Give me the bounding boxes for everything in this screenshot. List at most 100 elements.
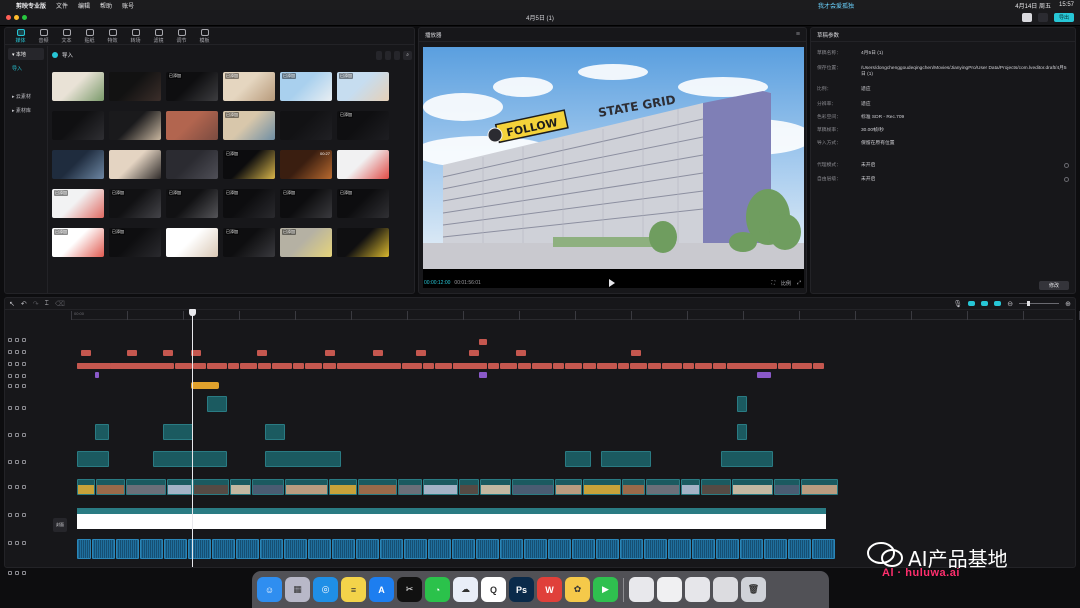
audio-clip[interactable] xyxy=(380,539,403,559)
media-item[interactable]: 已添加 xyxy=(280,189,332,226)
audio-clip[interactable] xyxy=(788,539,811,559)
tab-effects[interactable]: 特效 xyxy=(101,28,124,45)
app-store-icon[interactable]: A xyxy=(369,577,394,602)
media-item[interactable] xyxy=(166,228,218,265)
main-video-clip[interactable] xyxy=(96,479,125,495)
audio-clip[interactable] xyxy=(236,539,259,559)
eye-icon[interactable] xyxy=(15,541,19,545)
audio-clip[interactable] xyxy=(404,539,427,559)
sort-button[interactable] xyxy=(385,50,392,60)
lock-icon[interactable] xyxy=(8,541,12,545)
text-clip[interactable] xyxy=(792,363,812,369)
audio-clip[interactable] xyxy=(212,539,235,559)
text-clip[interactable] xyxy=(532,363,552,369)
media-item[interactable]: 已添加 xyxy=(337,111,389,148)
text-clip[interactable] xyxy=(453,363,487,369)
lock-icon[interactable] xyxy=(8,374,12,378)
main-video-clip[interactable] xyxy=(774,479,800,495)
video-clip[interactable] xyxy=(95,424,109,440)
review-button[interactable] xyxy=(1037,13,1048,22)
audio-clip[interactable] xyxy=(284,539,307,559)
video-viewer[interactable]: FOLLOW STATE GRID xyxy=(423,47,804,288)
media-item[interactable]: 已添加 xyxy=(166,189,218,226)
mute-icon[interactable] xyxy=(22,433,26,437)
timeline-tracks[interactable] xyxy=(53,320,1073,567)
eye-icon[interactable] xyxy=(15,460,19,464)
text-clip[interactable] xyxy=(77,363,111,369)
audio-clip[interactable] xyxy=(356,539,379,559)
media-item[interactable]: 已添加 xyxy=(223,228,275,265)
lock-icon[interactable] xyxy=(8,485,12,489)
text-clip[interactable] xyxy=(713,363,726,369)
sidebar-item-my-presets[interactable] xyxy=(8,76,44,88)
audio-clip[interactable] xyxy=(620,539,643,559)
mic-icon[interactable]: 🎙 xyxy=(953,300,962,308)
main-video-clip[interactable] xyxy=(732,479,773,495)
audio-clip[interactable] xyxy=(812,539,835,559)
sidebar-item-local[interactable]: ▾ 本地 xyxy=(8,48,44,60)
text-clip[interactable] xyxy=(553,363,564,369)
effect-clip[interactable] xyxy=(95,372,99,378)
text-clip[interactable] xyxy=(423,363,434,369)
text-clip[interactable] xyxy=(323,363,336,369)
capcut-icon[interactable]: ✂ xyxy=(397,577,422,602)
media-item[interactable] xyxy=(109,150,161,187)
audio-clip[interactable] xyxy=(428,539,451,559)
playhead[interactable] xyxy=(192,309,193,567)
effect-clip[interactable] xyxy=(757,372,771,378)
eye-icon[interactable] xyxy=(15,338,19,342)
media-item[interactable]: 已添加 xyxy=(337,189,389,226)
import-button[interactable]: 导入 xyxy=(52,51,73,59)
trash-icon[interactable]: 🗑 xyxy=(741,577,766,602)
text-clip[interactable] xyxy=(402,363,422,369)
video-clip[interactable] xyxy=(737,396,747,412)
eye-icon[interactable] xyxy=(15,406,19,410)
baidu-netdisk-icon[interactable]: ☁ xyxy=(453,577,478,602)
text-clip[interactable] xyxy=(695,363,712,369)
delete-icon[interactable]: ⌫ xyxy=(55,300,65,308)
media-item[interactable]: 已添加 xyxy=(223,150,275,187)
lock-icon[interactable] xyxy=(8,571,12,575)
audio-clip[interactable] xyxy=(692,539,715,559)
view-mode-button[interactable] xyxy=(376,50,383,60)
mute-icon[interactable] xyxy=(22,384,26,388)
main-video-clip[interactable] xyxy=(167,479,192,495)
tab-adjust[interactable]: 调节 xyxy=(170,28,193,45)
snap-icon[interactable] xyxy=(994,301,1002,306)
zoom-out-icon[interactable]: ⊖ xyxy=(1007,300,1013,308)
fullscreen-icon[interactable]: ⤢ xyxy=(797,280,801,287)
zoom-window-icon[interactable] xyxy=(22,15,27,20)
close-window-icon[interactable] xyxy=(6,15,11,20)
media-item[interactable]: 已添加 xyxy=(337,72,389,109)
eye-icon[interactable] xyxy=(15,433,19,437)
main-video-clip[interactable] xyxy=(622,479,645,495)
video-clip[interactable] xyxy=(163,424,193,440)
text-clip[interactable] xyxy=(500,363,517,369)
lock-icon[interactable] xyxy=(8,384,12,388)
media-item[interactable]: 已添加 xyxy=(109,228,161,265)
media-item[interactable] xyxy=(337,150,389,187)
tab-audio[interactable]: 音频 xyxy=(32,28,55,45)
menubar-promo-text[interactable]: 我才会爱孤独 xyxy=(818,1,854,10)
zoom-in-icon[interactable]: ⊕ xyxy=(1065,300,1071,308)
media-item[interactable] xyxy=(109,72,161,109)
mute-icon[interactable] xyxy=(22,338,26,342)
text-clip[interactable] xyxy=(416,350,426,356)
eye-icon[interactable] xyxy=(15,513,19,517)
main-video-clip[interactable] xyxy=(459,479,479,495)
mute-icon[interactable] xyxy=(22,571,26,575)
eye-icon[interactable] xyxy=(15,374,19,378)
doc-1-icon[interactable] xyxy=(629,577,654,602)
doc-4-icon[interactable] xyxy=(713,577,738,602)
edit-draft-button[interactable]: 修改 xyxy=(1039,281,1069,290)
text-clip[interactable] xyxy=(597,363,617,369)
eye-icon[interactable] xyxy=(15,350,19,354)
finder-icon[interactable]: ☺ xyxy=(257,577,282,602)
main-video-clip[interactable] xyxy=(512,479,554,495)
text-clip[interactable] xyxy=(778,363,791,369)
audio-clip[interactable] xyxy=(332,539,355,559)
audio-clip[interactable] xyxy=(260,539,283,559)
play-icon[interactable] xyxy=(609,279,615,287)
audio-clip[interactable] xyxy=(452,539,475,559)
cover-button[interactable]: 封面 xyxy=(53,518,67,532)
